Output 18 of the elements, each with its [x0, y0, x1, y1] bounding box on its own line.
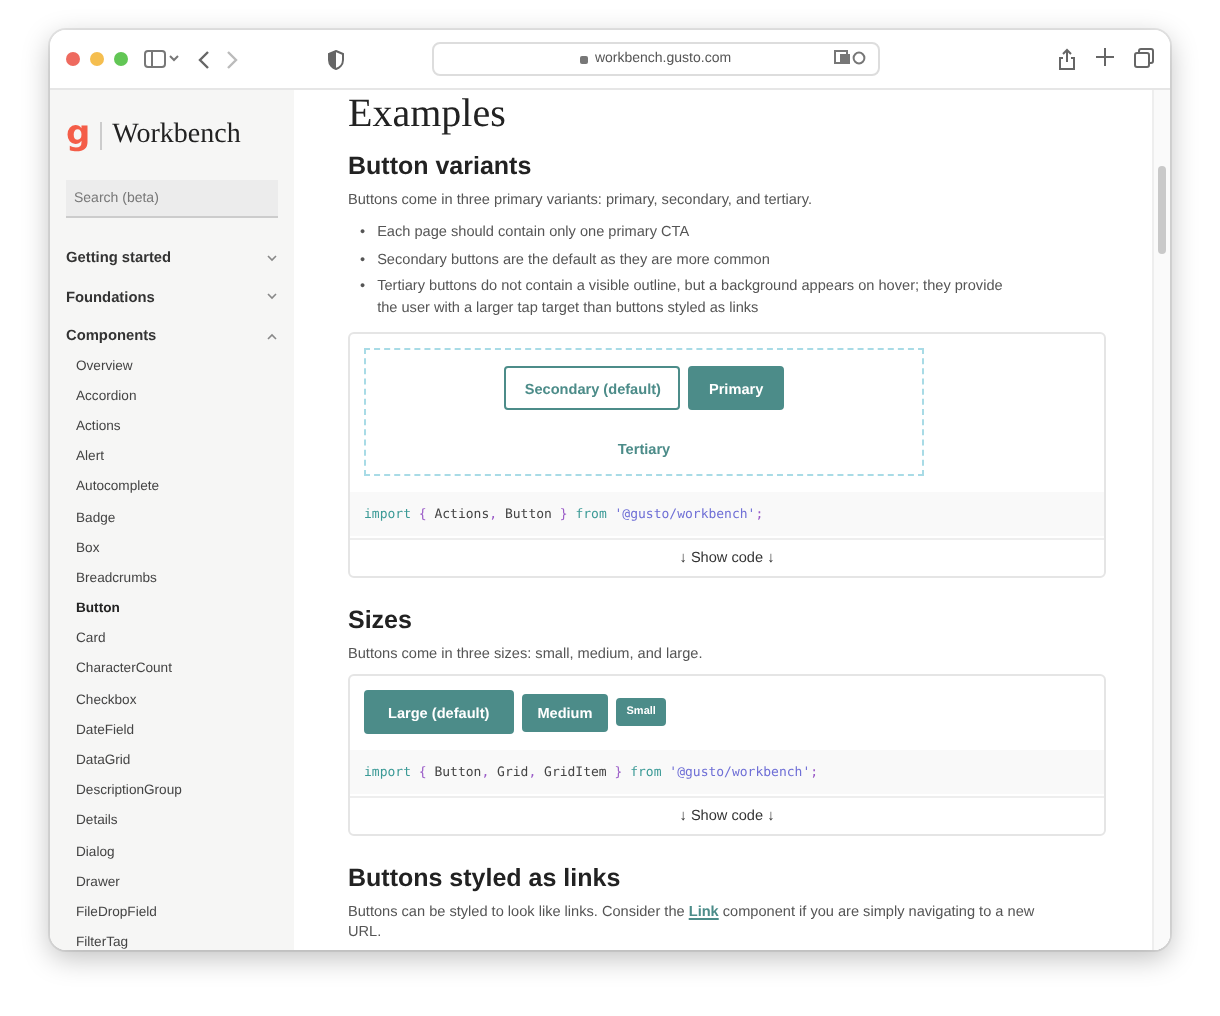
new-tab-icon[interactable]	[1096, 48, 1114, 66]
shield-icon[interactable]	[328, 49, 344, 69]
logo-icon: g	[66, 118, 91, 152]
section-heading: Button variants	[348, 152, 534, 180]
chevron-icon	[266, 331, 278, 340]
sidebar-toggle-icon[interactable]	[144, 50, 180, 68]
scrollbar-thumb[interactable]	[1158, 166, 1166, 254]
chevron-icon	[266, 292, 278, 301]
section-heading: Buttons styled as links	[348, 863, 623, 892]
chevron-icon	[266, 253, 278, 262]
translate-icon[interactable]	[834, 50, 866, 66]
page-title: Examples	[348, 90, 508, 138]
close-window-button[interactable]	[66, 52, 80, 66]
app-title: Workbench	[112, 119, 241, 151]
tabs-overview-icon[interactable]	[1134, 48, 1154, 68]
back-icon[interactable]	[196, 49, 210, 69]
section-heading: Sizes	[348, 605, 414, 634]
share-icon[interactable]	[1058, 48, 1076, 70]
